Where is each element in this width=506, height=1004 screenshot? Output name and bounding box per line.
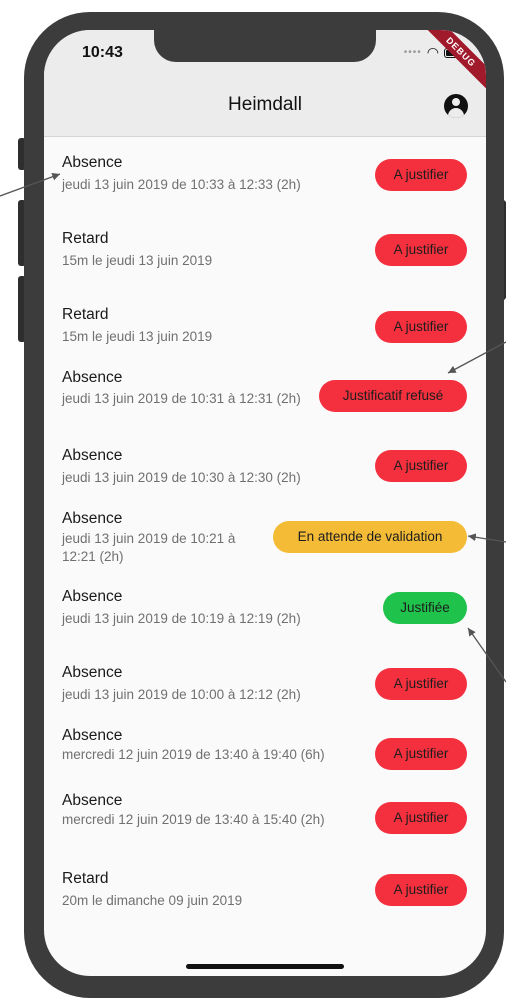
page: 10:43 •••• ◠ DEBUG Heimdall Absence jeudi… (0, 0, 506, 1004)
annotation-arrow-refused (447, 341, 506, 374)
annotation-arrow-justified (467, 627, 506, 683)
annotation-arrow-absence (0, 173, 61, 197)
annotation-arrows (0, 173, 506, 683)
annotation-arrow-pending (467, 533, 506, 543)
